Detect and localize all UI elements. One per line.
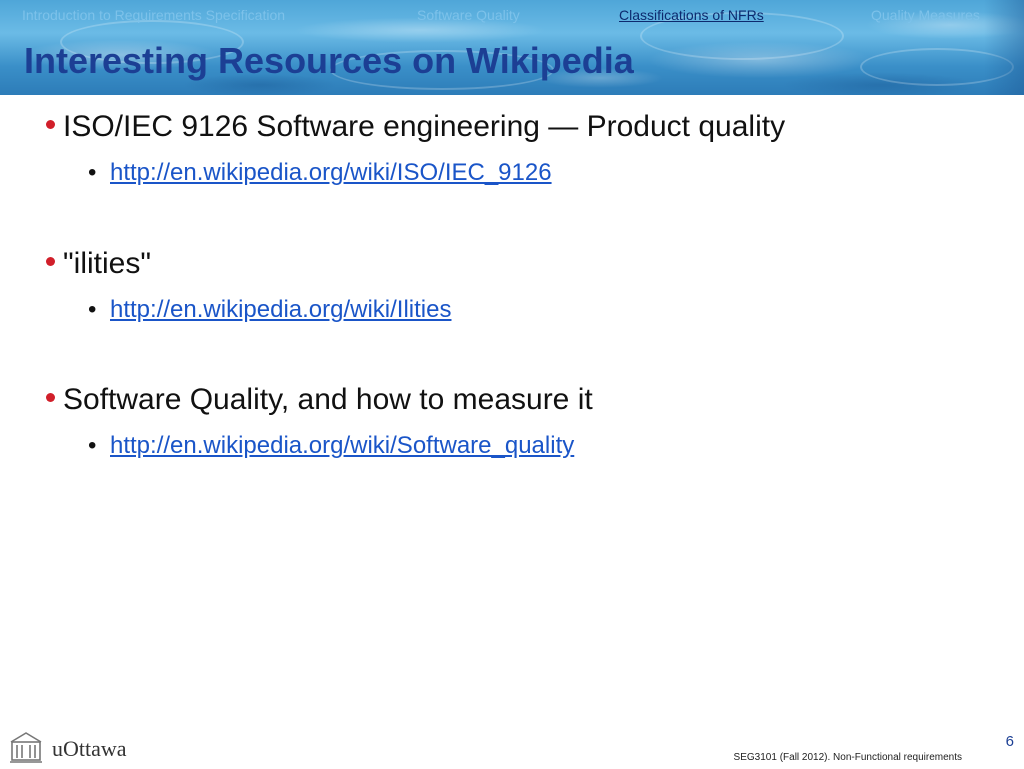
bullet-text: Software Quality, and how to measure it	[63, 383, 593, 416]
footer-course-text: SEG3101 (Fall 2012). Non-Functional requ…	[733, 752, 962, 763]
sub-bullet-glyph: •	[88, 159, 97, 186]
nav-item-introduction[interactable]: Introduction to Requirements Specificati…	[22, 7, 285, 23]
page-number: 6	[1005, 733, 1014, 750]
header-banner: Introduction to Requirements Specificati…	[0, 0, 1024, 95]
bullet-item: "ilities"	[46, 247, 151, 281]
sub-bullet-item: • http://en.wikipedia.org/wiki/Ilities	[88, 296, 451, 324]
nav-item-quality-measures[interactable]: Quality Measures	[871, 7, 980, 23]
sub-bullet-item: • http://en.wikipedia.org/wiki/ISO/IEC_91…	[88, 159, 552, 187]
sub-bullet-glyph: •	[88, 432, 97, 459]
logo-text: uOttawa	[52, 736, 127, 761]
bullet-dot-icon	[46, 257, 55, 266]
section-nav: Introduction to Requirements Specificati…	[0, 7, 1024, 25]
nav-item-classifications[interactable]: Classifications of NFRs	[619, 7, 764, 23]
bullet-text: ISO/IEC 9126 Software engineering — Prod…	[63, 110, 786, 143]
bullet-item: Software Quality, and how to measure it	[46, 383, 593, 417]
bullet-text: "ilities"	[63, 247, 151, 280]
wikipedia-link-iso-iec-9126[interactable]: http://en.wikipedia.org/wiki/ISO/IEC_912…	[110, 159, 552, 186]
nav-item-software-quality[interactable]: Software Quality	[417, 7, 520, 23]
wikipedia-link-ilities[interactable]: http://en.wikipedia.org/wiki/Ilities	[110, 296, 451, 323]
bullet-item: ISO/IEC 9126 Software engineering — Prod…	[46, 110, 785, 144]
bullet-dot-icon	[46, 120, 55, 129]
bullet-dot-icon	[46, 393, 55, 402]
wikipedia-link-software-quality[interactable]: http://en.wikipedia.org/wiki/Software_qu…	[110, 432, 574, 459]
sub-bullet-glyph: •	[88, 296, 97, 323]
university-building-icon	[10, 732, 42, 763]
slide-title: Interesting Resources on Wikipedia	[24, 40, 634, 81]
uottawa-logo: uOttawa	[8, 730, 138, 766]
sub-bullet-item: • http://en.wikipedia.org/wiki/Software_q…	[88, 432, 574, 460]
